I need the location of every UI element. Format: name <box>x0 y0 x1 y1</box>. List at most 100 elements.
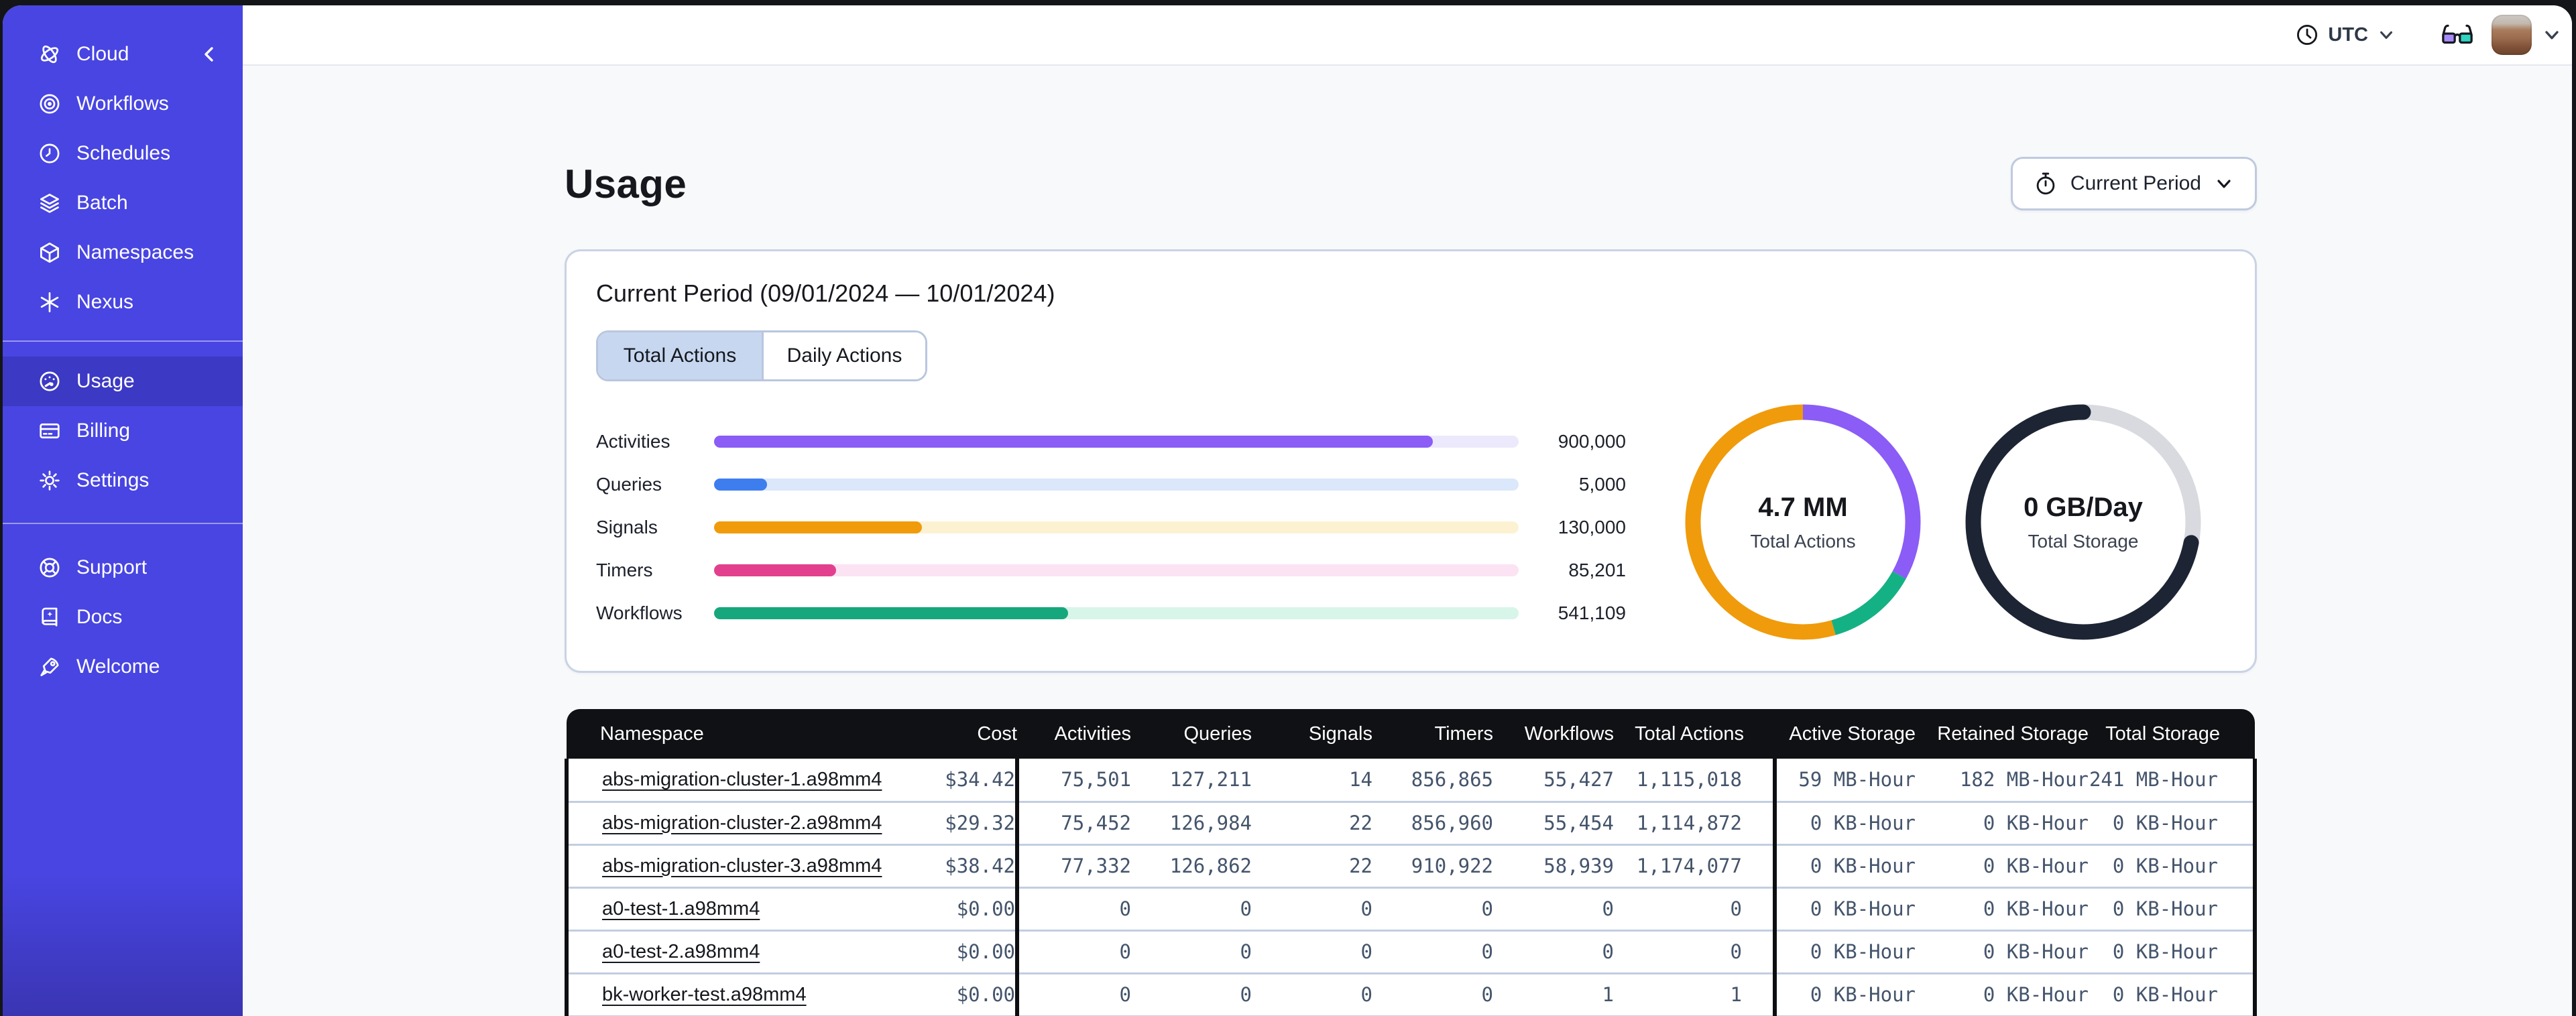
value-cell: 59 MB-Hour <box>1773 759 1916 803</box>
sidebar-item-batch[interactable]: Batch <box>3 178 243 228</box>
labs-glasses-icon[interactable] <box>2441 20 2475 50</box>
timezone-selector[interactable]: UTC <box>2285 15 2406 54</box>
column-header-total-actions: Total Actions <box>1614 709 1775 759</box>
batch-icon <box>38 191 62 215</box>
page-title: Usage <box>565 161 687 206</box>
donut-label: Total Storage <box>2028 530 2139 552</box>
sidebar-item-billing[interactable]: Billing <box>3 406 243 456</box>
table-header-row: Namespace Cost Activities Queries Signals Tim… <box>567 709 2255 759</box>
namespace-cell: a0-test-1.a98mm4 <box>565 887 883 932</box>
bar-value: 85,201 <box>1568 560 1626 580</box>
value-cell: 856,960 <box>1372 802 1493 846</box>
value-cell: 241 MB-Hour <box>2089 759 2257 803</box>
gear-icon <box>38 468 62 493</box>
value-cell: 55,427 <box>1493 759 1614 803</box>
bar-value: 900,000 <box>1558 431 1626 452</box>
sidebar-item-usage[interactable]: Usage <box>3 357 243 406</box>
account-menu-chevron[interactable] <box>2542 25 2561 44</box>
chevron-down-icon <box>2380 31 2393 40</box>
value-cell: 0 <box>1493 887 1614 932</box>
chevron-down-icon <box>2217 180 2231 188</box>
sidebar-account-group: Usage Billing Settings <box>3 357 243 505</box>
sidebar-item-schedules[interactable]: Schedules <box>3 129 243 178</box>
sidebar-item-label: Nexus <box>76 291 134 313</box>
main-column: UTC Usage Current Period Current Period … <box>243 5 2572 1016</box>
namespace-link[interactable]: abs-migration-cluster-3.a98mm4 <box>602 855 882 877</box>
column-header-timers: Timers <box>1372 709 1493 759</box>
namespace-link[interactable]: a0-test-2.a98mm4 <box>602 941 760 962</box>
value-cell: 0 KB-Hour <box>1916 844 2089 889</box>
sidebar-item-nexus[interactable]: Nexus <box>3 277 243 327</box>
sidebar-item-docs[interactable]: Docs <box>3 592 243 642</box>
sidebar-help-group: Support Docs Welcome <box>3 543 243 692</box>
clock-icon <box>2296 23 2319 46</box>
value-cell: 0 KB-Hour <box>1773 887 1916 932</box>
lifebuoy-icon <box>38 556 62 580</box>
value-cell: 0 <box>1131 973 1252 1016</box>
bar-label: Timers <box>596 560 653 580</box>
collapse-sidebar-icon[interactable] <box>200 42 224 66</box>
sidebar-item-welcome[interactable]: Welcome <box>3 642 243 692</box>
column-header-retained-storage: Retained Storage <box>1916 709 2089 759</box>
value-cell: 0 <box>1614 930 1775 974</box>
column-header-active-storage: Active Storage <box>1775 709 1916 759</box>
sidebar-item-namespaces[interactable]: Namespaces <box>3 228 243 277</box>
gauge-icon <box>38 369 62 393</box>
bar-value: 5,000 <box>1578 474 1626 495</box>
value-cell: 0 <box>1252 973 1372 1016</box>
value-cell: 126,984 <box>1131 802 1252 846</box>
chevron-down-icon <box>2545 31 2559 40</box>
value-cell: 1,174,077 <box>1614 844 1775 889</box>
bar-row-activities: Activities 900,000 <box>596 420 1626 463</box>
value-cell: 1 <box>1614 973 1775 1016</box>
sidebar-item-cloud[interactable]: Cloud <box>3 29 243 79</box>
value-cell: 0 <box>1252 887 1372 932</box>
sidebar-divider <box>3 340 243 342</box>
sidebar-item-settings[interactable]: Settings <box>3 456 243 505</box>
period-selector-button[interactable]: Current Period <box>2010 157 2257 210</box>
avatar[interactable] <box>2492 15 2532 55</box>
value-cell: 0 KB-Hour <box>1916 802 2089 846</box>
namespaces-icon <box>38 241 62 265</box>
card-title: Current Period (09/01/2024 — 10/01/2024) <box>596 279 1055 307</box>
table-row: a0-test-2.a98mm4 $0.00 0 0 0 0 0 0 0 KB-Hour 0 KB… <box>565 930 2257 974</box>
value-cell: 0 KB-Hour <box>1773 973 1916 1016</box>
bar-row-signals: Signals 130,000 <box>596 506 1626 549</box>
namespace-link[interactable]: abs-migration-cluster-1.a98mm4 <box>602 769 882 790</box>
namespace-cell: abs-migration-cluster-3.a98mm4 <box>565 844 883 889</box>
bar-label: Activities <box>596 431 670 452</box>
sidebar-item-workflows[interactable]: Workflows <box>3 79 243 129</box>
namespace-cell: a0-test-2.a98mm4 <box>565 930 883 974</box>
tab-daily-actions[interactable]: Daily Actions <box>762 332 925 379</box>
bar-row-timers: Timers 85,201 <box>596 549 1626 592</box>
namespace-cell: abs-migration-cluster-2.a98mm4 <box>565 802 883 846</box>
sidebar-item-label: Workflows <box>76 92 169 115</box>
value-cell: 77,332 <box>1015 844 1131 889</box>
bar-track <box>714 607 1519 619</box>
table-row: bk-worker-test.a98mm4 $0.00 0 0 0 0 1 1 0 KB-Hou… <box>565 973 2257 1016</box>
bar-row-workflows: Workflows 541,109 <box>596 592 1626 635</box>
value-cell: 0 KB-Hour <box>1773 844 1916 889</box>
workflows-icon <box>38 92 62 116</box>
sidebar-item-support[interactable]: Support <box>3 543 243 592</box>
sidebar-item-label: Welcome <box>76 655 160 678</box>
value-cell: 0 <box>1372 930 1493 974</box>
donut-value: 4.7 MM <box>1758 492 1848 522</box>
topbar: UTC <box>243 5 2572 66</box>
sidebar-item-label: Namespaces <box>76 241 194 263</box>
namespace-link[interactable]: abs-migration-cluster-2.a98mm4 <box>602 812 882 834</box>
stopwatch-icon <box>2034 172 2057 196</box>
namespace-cell: abs-migration-cluster-1.a98mm4 <box>565 759 883 803</box>
namespace-link[interactable]: bk-worker-test.a98mm4 <box>602 984 807 1005</box>
timezone-label: UTC <box>2328 23 2368 46</box>
value-cell: 22 <box>1252 844 1372 889</box>
bar-fill <box>714 436 1433 448</box>
value-cell: 0 <box>1015 973 1131 1016</box>
sidebar-item-label: Support <box>76 556 148 578</box>
namespace-link[interactable]: a0-test-1.a98mm4 <box>602 898 760 919</box>
bar-label: Signals <box>596 517 658 537</box>
value-cell: 0 KB-Hour <box>2089 973 2257 1016</box>
value-cell: 0 <box>1252 930 1372 974</box>
value-cell: $29.32 <box>883 802 1017 846</box>
tab-total-actions[interactable]: Total Actions <box>598 332 762 379</box>
